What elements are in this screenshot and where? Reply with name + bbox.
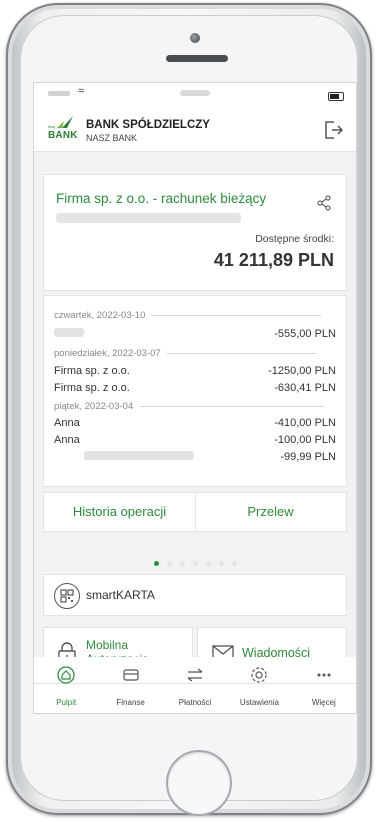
- tab-wiecej[interactable]: Więcej: [292, 673, 356, 713]
- transaction-amount: -100,00 PLN: [274, 434, 336, 446]
- battery-icon: [328, 92, 344, 101]
- date-header: czwartek, 2022-03-10: [54, 310, 322, 321]
- transaction-name: Anna: [54, 434, 80, 446]
- account-name: Firma sp. z o.o. - rachunek bieżący: [56, 191, 267, 206]
- bottom-tab-bar: Pulpit Finanse Płatności Ustawienia Więc…: [34, 666, 356, 713]
- wallet-icon: [123, 669, 139, 681]
- transaction-row[interactable]: -99,99 PLN: [54, 451, 336, 466]
- transaction-amount: -555,00 PLN: [274, 328, 336, 340]
- transaction-row[interactable]: Firma sp. z o.o. -1250,00 PLN: [54, 365, 336, 380]
- page-dot[interactable]: [192, 561, 198, 566]
- bank-logo: twój BANK: [48, 113, 78, 143]
- transfer-button[interactable]: Przelew: [195, 493, 346, 531]
- transaction-name: Firma sp. z o.o.: [54, 382, 130, 394]
- tab-ustawienia[interactable]: Ustawienia: [227, 667, 291, 713]
- history-button[interactable]: Historia operacji: [44, 493, 196, 531]
- page-dot[interactable]: [218, 561, 224, 566]
- smartkarta-button[interactable]: smartKARTA: [44, 575, 346, 615]
- available-funds-label: Dostępne środki:: [255, 233, 334, 245]
- page-dot[interactable]: [179, 561, 185, 566]
- gear-icon: [251, 667, 268, 683]
- account-card[interactable]: Firma sp. z o.o. - rachunek bieżący Dost…: [44, 175, 346, 290]
- logout-icon[interactable]: [322, 119, 344, 141]
- transaction-amount: -410,00 PLN: [274, 417, 336, 429]
- tab-finanse[interactable]: Finanse: [98, 669, 162, 713]
- account-number-redacted: [56, 213, 241, 223]
- transaction-name: Firma sp. z o.o.: [54, 365, 130, 377]
- transactions-list: czwartek, 2022-03-10 -555,00 PLN poniedz…: [44, 296, 346, 486]
- leaf-icon: [57, 116, 73, 128]
- front-camera: [190, 33, 200, 43]
- transaction-row[interactable]: Firma sp. z o.o. -630,41 PLN: [54, 382, 336, 397]
- transaction-row[interactable]: -555,00 PLN: [54, 328, 336, 343]
- transaction-name: [54, 451, 194, 463]
- app-screen: ≈ twój BANK BANK SPÓŁDZIELCZY NASZ BANK …: [34, 83, 356, 713]
- transaction-row[interactable]: Anna -100,00 PLN: [54, 434, 336, 449]
- home-icon: [57, 666, 75, 684]
- transaction-row[interactable]: Anna -410,00 PLN: [54, 417, 336, 432]
- app-header: twój BANK BANK SPÓŁDZIELCZY NASZ BANK: [34, 109, 356, 152]
- page-dot-active[interactable]: [153, 561, 159, 566]
- signal-icon: [48, 91, 70, 96]
- logo-text: BANK: [48, 130, 78, 141]
- date-header: piątek, 2022-03-04: [54, 401, 325, 412]
- qr-code-icon: [54, 583, 80, 609]
- transaction-amount: -99,99 PLN: [280, 451, 336, 463]
- transaction-name: Anna: [54, 417, 80, 429]
- transaction-amount: -1250,00 PLN: [268, 365, 336, 377]
- tab-pulpit[interactable]: Pulpit: [34, 666, 98, 713]
- share-icon[interactable]: [316, 195, 332, 211]
- status-bar: ≈: [34, 83, 356, 109]
- bank-name: BANK SPÓŁDZIELCZY: [86, 119, 210, 131]
- bank-subtitle: NASZ BANK: [86, 133, 138, 143]
- logo-small-text: twój: [48, 124, 56, 129]
- earpiece-speaker: [166, 55, 228, 62]
- tab-platnosci[interactable]: Płatności: [163, 668, 227, 713]
- page-dot[interactable]: [205, 561, 211, 566]
- home-button[interactable]: [166, 750, 232, 816]
- smartkarta-label: smartKARTA: [86, 588, 155, 602]
- page-dot[interactable]: [231, 561, 237, 566]
- account-actions: Historia operacji Przelew: [44, 493, 346, 531]
- date-header: poniedziałek, 2022-03-07: [54, 348, 317, 359]
- clock: [180, 90, 210, 96]
- page-indicator: [34, 553, 356, 571]
- more-dots-icon: [317, 673, 331, 677]
- wifi-icon: ≈: [78, 85, 85, 97]
- available-funds-amount: 41 211,89 PLN: [213, 250, 334, 270]
- page-dot[interactable]: [166, 561, 172, 566]
- transfer-arrows-icon: [187, 668, 203, 682]
- phone-frame: ≈ twój BANK BANK SPÓŁDZIELCZY NASZ BANK …: [6, 3, 372, 816]
- transaction-amount: -630,41 PLN: [274, 382, 336, 394]
- transaction-name: [54, 328, 84, 340]
